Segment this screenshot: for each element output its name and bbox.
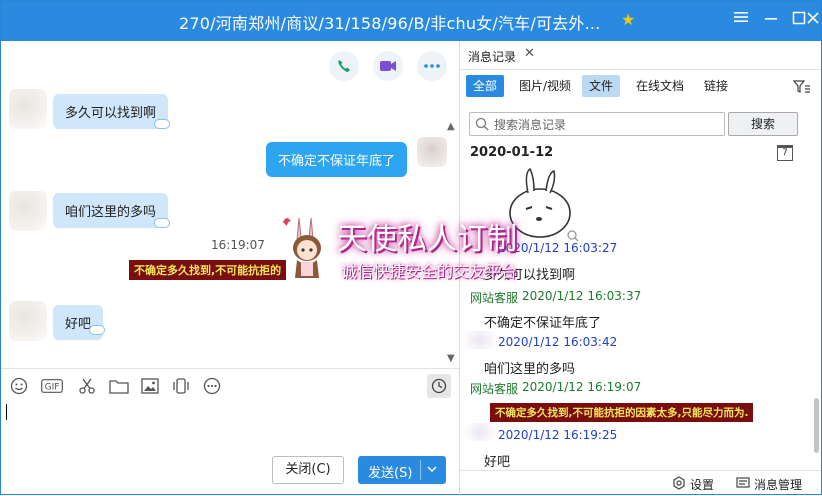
settings-icon[interactable] bbox=[729, 9, 753, 33]
cloud-icon bbox=[154, 218, 170, 228]
contact-avatar[interactable] bbox=[9, 191, 47, 231]
settings-button[interactable]: 设置 bbox=[672, 476, 714, 493]
history-clock-icon[interactable] bbox=[427, 374, 451, 398]
filter-icon[interactable] bbox=[792, 79, 811, 95]
video-icon[interactable] bbox=[373, 51, 403, 81]
message-input[interactable]: 关闭(C) 发送(S) bbox=[1, 402, 459, 494]
send-divider bbox=[420, 460, 421, 480]
watermark-subtitle: 诚信快捷安全的交友平台 bbox=[341, 262, 518, 281]
gif-icon[interactable]: GIF bbox=[40, 376, 64, 396]
blurred-name bbox=[460, 423, 500, 441]
more-icon[interactable] bbox=[417, 51, 447, 81]
warning-banner: 不确定多久找到,不可能抗拒的 bbox=[129, 260, 287, 280]
history-search-input[interactable]: 搜索消息记录 bbox=[469, 112, 725, 136]
message-bubble[interactable]: 咱们这里的多吗 bbox=[53, 193, 169, 228]
record-text[interactable]: 好吧 bbox=[484, 451, 510, 470]
settings-label: 设置 bbox=[690, 478, 715, 492]
gear-icon bbox=[672, 476, 686, 493]
calendar-icon[interactable]: 7 bbox=[777, 145, 793, 161]
title-bar[interactable]: 270/河南郑州/商议/31/158/96/B/非chu女/汽车/可去外... … bbox=[1, 1, 821, 41]
message-manage-button[interactable]: 消息管理 bbox=[736, 476, 802, 493]
record-time: 2020/1/12 16:19:07 bbox=[522, 380, 642, 394]
close-tab-icon[interactable]: ✕ bbox=[524, 46, 535, 61]
tab-divider bbox=[460, 69, 821, 70]
close-button[interactable]: 关闭(C) bbox=[272, 456, 344, 484]
filter-links[interactable]: 链接 bbox=[697, 75, 735, 97]
history-date: 2020-01-12 bbox=[470, 145, 554, 160]
history-scrollbar[interactable] bbox=[814, 398, 819, 453]
watermark-title: 天使私人订制 bbox=[337, 222, 517, 257]
minimize-icon[interactable] bbox=[759, 9, 783, 33]
more-tools-icon[interactable] bbox=[202, 376, 222, 396]
gif-label: GIF bbox=[45, 383, 60, 393]
filter-file[interactable]: 文件 bbox=[582, 75, 621, 97]
record-text[interactable]: 不确定不保证年底了 bbox=[484, 312, 601, 331]
star-icon[interactable]: ★ bbox=[621, 11, 639, 29]
record-time: 2020/1/12 16:19:25 bbox=[498, 428, 618, 442]
phone-icon[interactable] bbox=[329, 51, 359, 81]
contact-avatar[interactable] bbox=[9, 301, 47, 341]
history-tab[interactable]: 消息记录 bbox=[468, 48, 516, 65]
scroll-down-icon[interactable]: ▼ bbox=[447, 353, 455, 364]
search-icon bbox=[475, 117, 489, 135]
cloud-icon bbox=[89, 325, 105, 335]
scroll-up-icon[interactable]: ▲ bbox=[447, 121, 455, 132]
window-title: 270/河南郑州/商议/31/158/96/B/非chu女/汽车/可去外... bbox=[179, 14, 601, 33]
record-time: 2020/1/12 16:03:37 bbox=[522, 289, 642, 303]
chat-message-area[interactable]: 多久可以找到啊 不确定不保证年底了 咱们这里的多吗 16:19:07 不确定多久… bbox=[1, 41, 459, 367]
search-button[interactable]: 搜索 bbox=[728, 112, 798, 136]
watermark-character bbox=[279, 212, 335, 282]
scissors-icon[interactable] bbox=[77, 376, 97, 396]
search-placeholder: 搜索消息记录 bbox=[494, 118, 567, 132]
record-time: 2020/1/12 16:03:42 bbox=[498, 335, 618, 349]
folder-icon[interactable] bbox=[109, 376, 129, 396]
record-warning-text[interactable]: 不确定多久找到,不可能抗拒的因素太多,只能尽力而为. bbox=[490, 403, 754, 422]
record-text[interactable]: 咱们这里的多吗 bbox=[484, 358, 575, 377]
record-sender: 网站客服 bbox=[470, 291, 519, 305]
emoji-icon[interactable] bbox=[9, 376, 29, 396]
history-footer: 设置 消息管理 bbox=[460, 470, 821, 494]
filter-all[interactable]: 全部 bbox=[466, 75, 505, 97]
chevron-down-icon[interactable] bbox=[426, 461, 438, 481]
self-avatar[interactable] bbox=[417, 137, 447, 167]
send-label: 发送(S) bbox=[368, 466, 413, 481]
call-actions bbox=[329, 51, 447, 81]
text-caret bbox=[6, 404, 7, 420]
send-button[interactable]: 发送(S) bbox=[358, 456, 446, 484]
shake-icon[interactable] bbox=[171, 376, 191, 396]
contact-avatar[interactable] bbox=[9, 89, 47, 129]
message-time: 16:19:07 bbox=[211, 238, 265, 252]
blurred-name bbox=[460, 331, 500, 349]
cloud-icon bbox=[154, 119, 170, 129]
message-bubble[interactable]: 不确定不保证年底了 bbox=[266, 142, 408, 177]
image-icon[interactable] bbox=[140, 376, 160, 396]
input-toolbar: GIF bbox=[1, 368, 459, 402]
watermark: 天使私人订制 诚信快捷安全的交友平台 bbox=[271, 206, 561, 286]
close-icon[interactable] bbox=[801, 9, 822, 33]
record-sender: 网站客服 bbox=[470, 382, 519, 396]
filter-docs[interactable]: 在线文档 bbox=[629, 75, 691, 97]
filter-media[interactable]: 图片/视频 bbox=[512, 75, 578, 97]
message-manage-icon bbox=[736, 476, 750, 493]
chat-window: 270/河南郑州/商议/31/158/96/B/非chu女/汽车/可去外... … bbox=[0, 0, 822, 496]
message-bubble[interactable]: 多久可以找到啊 bbox=[53, 94, 169, 129]
message-manage-label: 消息管理 bbox=[754, 478, 803, 492]
